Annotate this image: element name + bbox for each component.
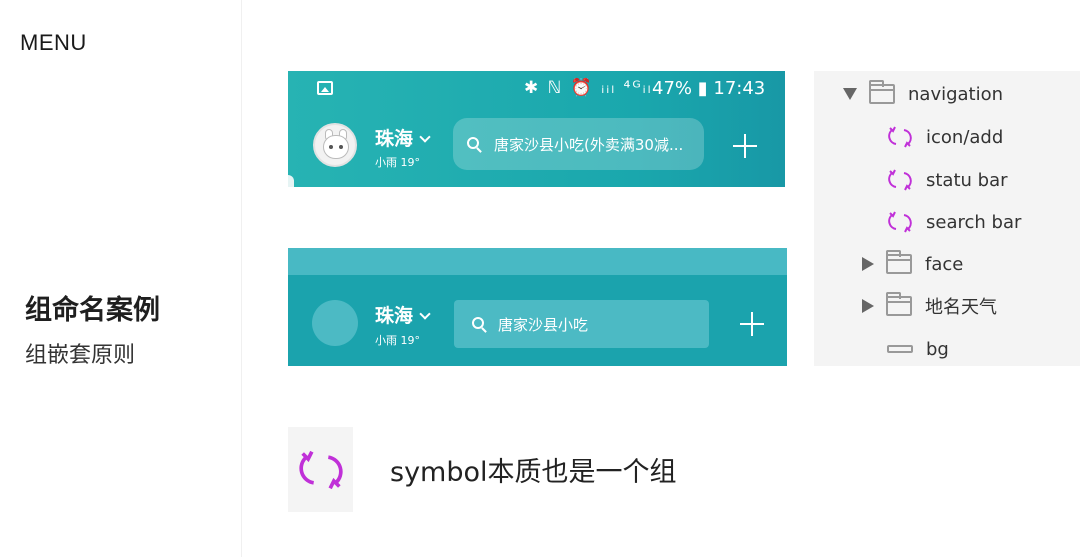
layer-statu-bar[interactable]: statu bar	[887, 168, 1008, 192]
section-title[interactable]: 组命名案例	[25, 288, 160, 327]
search-placeholder: 唐家沙县小吃(外卖满30减...	[494, 136, 684, 154]
city-selector[interactable]: 珠海	[375, 301, 431, 328]
battery-icon: ▮	[697, 78, 708, 99]
symbol-icon	[888, 211, 912, 233]
status-time: 17:43	[713, 78, 766, 99]
layer-label: 地名天气	[925, 297, 997, 318]
chevron-down-icon	[419, 131, 431, 143]
folder-icon	[886, 250, 912, 274]
city-name: 珠海	[375, 305, 414, 327]
symbol-icon	[298, 450, 343, 489]
corner-decoration	[288, 175, 294, 187]
layer-face[interactable]: face	[862, 250, 964, 276]
weather-label: 小雨 19°	[375, 334, 420, 347]
status-icons: ✱ ℕ ⏰ ᵢᵢₗ ⁴ᴳᵢₗ	[524, 78, 653, 98]
layer-label: icon/add	[926, 126, 1004, 148]
triangle-down-icon[interactable]	[843, 88, 857, 100]
layer-search-bar[interactable]: search bar	[887, 210, 1021, 234]
layer-icon-add[interactable]: icon/add	[887, 125, 1003, 149]
search-bar[interactable]: 唐家沙县小吃	[454, 300, 709, 348]
section-subtitle[interactable]: 组嵌套原则	[25, 337, 135, 369]
folder-icon	[869, 80, 895, 104]
layer-navigation[interactable]: navigation	[843, 80, 1004, 106]
weather-label: 小雨 19°	[375, 156, 420, 169]
search-placeholder: 唐家沙县小吃	[498, 316, 589, 334]
status-bar: ✱ ℕ ⏰ ᵢᵢₗ ⁴ᴳᵢₗ 47% ▮ 17:43	[288, 71, 785, 107]
status-right: 47% ▮ 17:43	[652, 78, 765, 99]
avatar-face	[323, 135, 349, 159]
triangle-right-icon[interactable]	[862, 257, 874, 271]
symbol-note: symbol本质也是一个组	[390, 457, 677, 488]
image-icon	[317, 81, 333, 95]
plus-icon[interactable]	[733, 134, 757, 158]
symbol-icon	[888, 169, 912, 191]
menu-label[interactable]: MENU	[20, 30, 87, 56]
plus-icon[interactable]	[740, 312, 764, 336]
layer-label: navigation	[908, 83, 1004, 105]
layers-panel: navigation icon/add statu bar search bar	[814, 71, 1080, 366]
city-name: 珠海	[375, 128, 414, 150]
symbol-sample-tile	[288, 427, 353, 512]
search-bar[interactable]: 唐家沙县小吃(外卖满30减...	[453, 118, 704, 170]
search-icon	[472, 317, 484, 329]
avatar-eye-left	[329, 145, 333, 149]
sidebar: MENU 组命名案例 组嵌套原则	[0, 0, 242, 557]
layer-location-weather[interactable]: 地名天气	[862, 292, 997, 318]
avatar[interactable]	[313, 123, 357, 167]
chevron-down-icon	[419, 308, 431, 320]
avatar-placeholder[interactable]	[312, 300, 358, 346]
city-selector[interactable]: 珠海	[375, 124, 431, 151]
status-bar-placeholder	[288, 248, 787, 275]
navigation-mock-wireframe: 珠海 小雨 19° 唐家沙县小吃	[288, 248, 787, 366]
triangle-right-icon[interactable]	[862, 299, 874, 313]
battery-percent: 47%	[652, 78, 693, 99]
layer-bg[interactable]: bg	[887, 337, 949, 361]
search-icon	[467, 137, 479, 149]
symbol-icon	[888, 126, 912, 148]
layer-label: statu bar	[926, 169, 1008, 191]
avatar-eye-right	[339, 145, 343, 149]
rectangle-icon	[887, 345, 913, 353]
folder-icon	[886, 292, 912, 316]
layer-label: bg	[926, 338, 949, 360]
layer-label: face	[925, 253, 964, 275]
navigation-mock-designed: ✱ ℕ ⏰ ᵢᵢₗ ⁴ᴳᵢₗ 47% ▮ 17:43 珠海 小雨 19° 唐家沙…	[288, 71, 785, 187]
layer-label: search bar	[926, 211, 1022, 233]
